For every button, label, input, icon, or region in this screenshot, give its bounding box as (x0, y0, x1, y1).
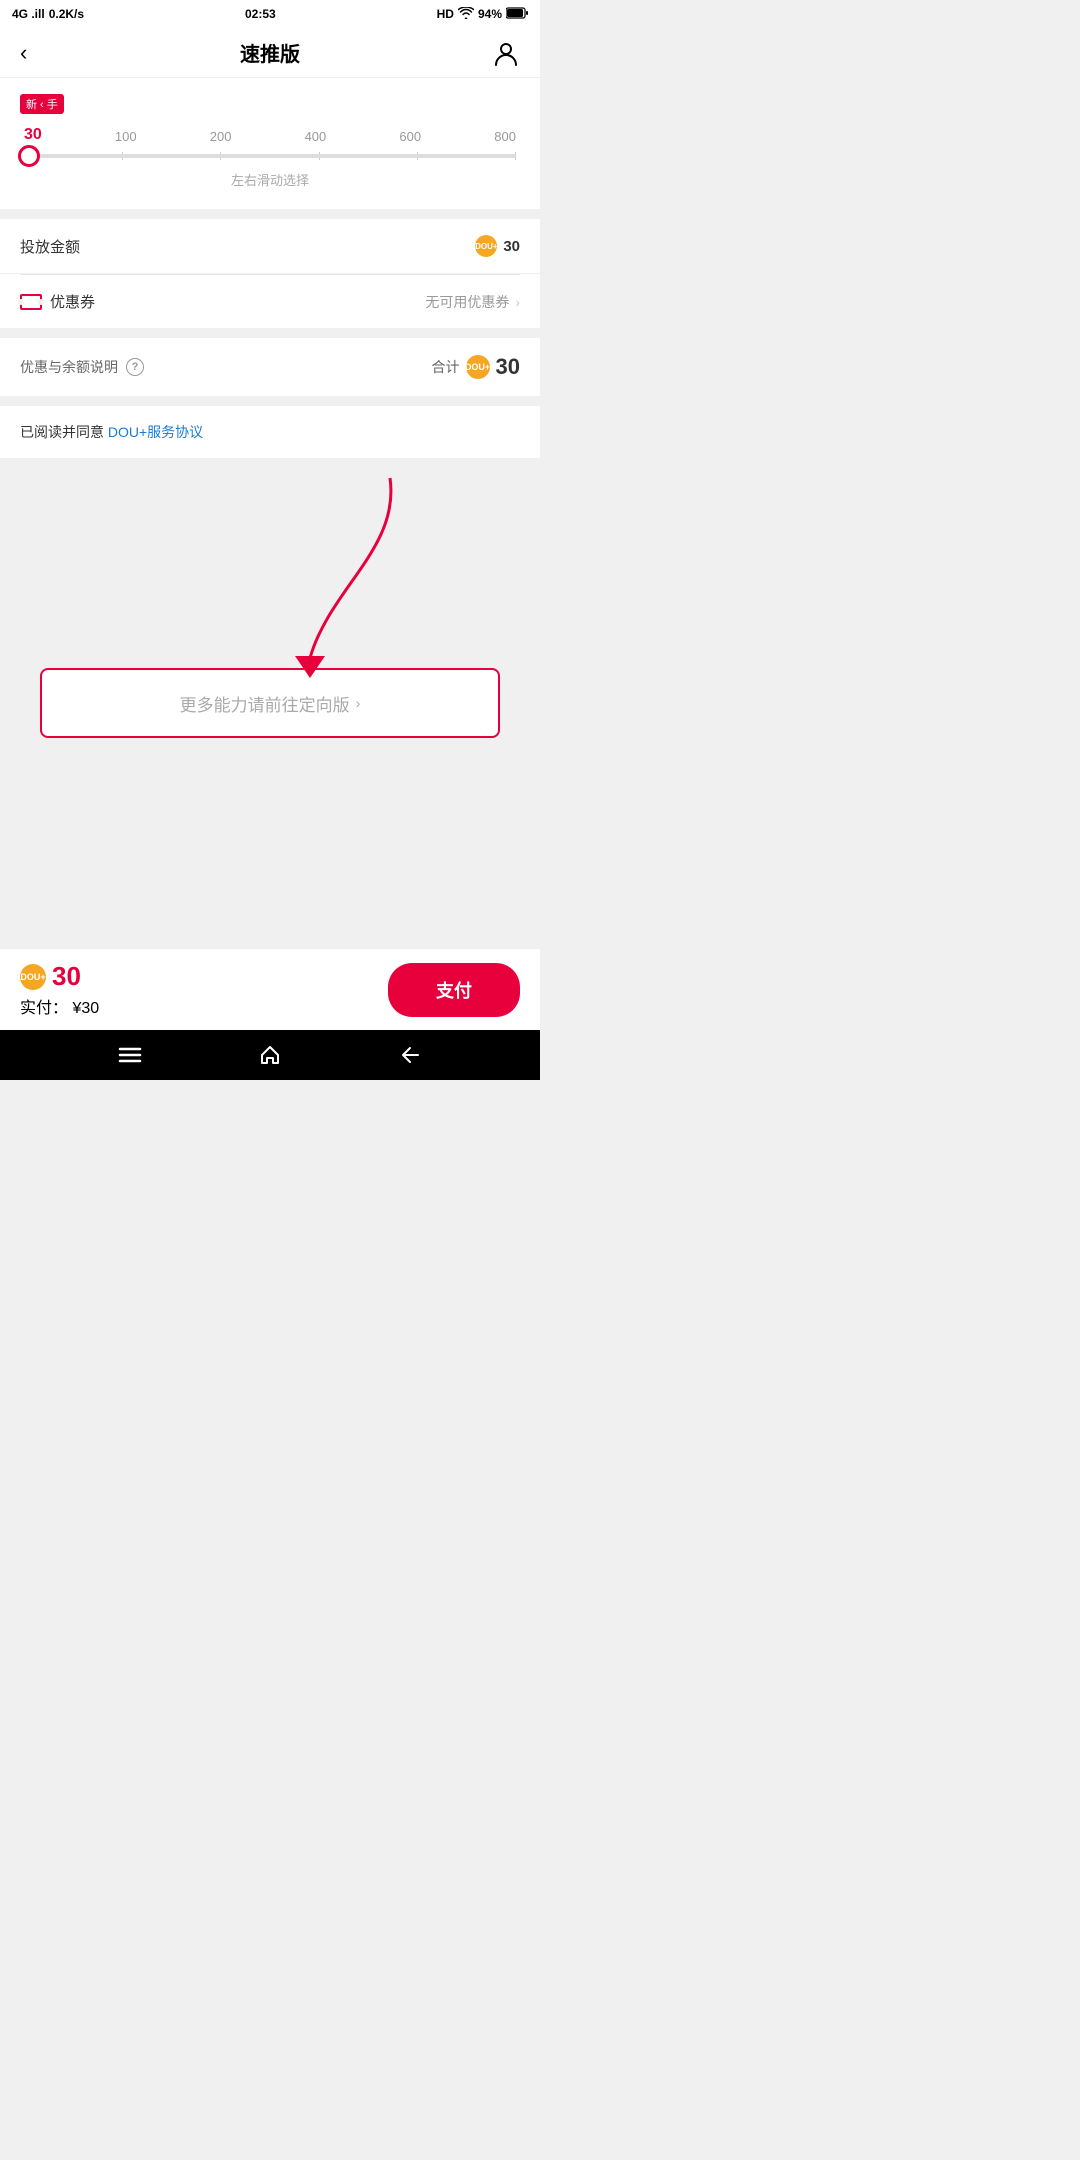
slider-badge: 新 ‹ 手 (20, 94, 64, 114)
amount-value: DOU+ 30 (475, 235, 520, 257)
red-arrow (230, 468, 430, 688)
discount-label: 优惠与余额说明 (20, 357, 118, 377)
slider-scale: 30 100 200 400 600 800 (20, 126, 520, 144)
coupon-label: 优惠券 (20, 291, 95, 312)
amount-row: 投放金额 DOU+ 30 (0, 219, 540, 274)
bottom-left: DOU+ 30 实付： ¥30 (20, 961, 99, 1018)
scale-value-100: 100 (115, 129, 137, 144)
scale-value-200: 200 (210, 129, 232, 144)
pay-button[interactable]: 支付 (388, 963, 520, 1017)
coupon-text: 优惠券 (50, 291, 95, 312)
total-row: 优惠与余额说明 ? 合计 DOU+ 30 (0, 338, 540, 396)
back-button[interactable]: ‹ (20, 40, 60, 66)
more-btn-chevron-icon: › (356, 695, 361, 711)
status-right: HD 94% (437, 7, 528, 22)
home-button[interactable] (258, 1043, 282, 1067)
status-bar: 4G .ill 0.2K/s 02:53 HD 94% (0, 0, 540, 28)
total-value: 30 (496, 354, 520, 380)
scale-value-30: 30 (24, 126, 42, 144)
agreement-section: 已阅读并同意 DOU+服务协议 (0, 406, 540, 458)
amount-label: 投放金额 (20, 236, 80, 257)
wifi-indicator (458, 7, 474, 22)
slider-hint: 左右滑动选择 (20, 170, 520, 189)
battery-percent: 94% (478, 7, 502, 21)
bottom-price-row: DOU+ 30 (20, 961, 99, 992)
scale-value-600: 600 (399, 129, 421, 144)
arrow-button-area: 更多能力请前往定向版 › (0, 458, 540, 758)
bottom-bar: DOU+ 30 实付： ¥30 支付 (0, 948, 540, 1030)
coupon-icon (20, 294, 42, 310)
slider-track-wrap[interactable] (24, 154, 516, 158)
more-btn-label: 更多能力请前往定向版 (180, 691, 350, 716)
menu-icon (118, 1046, 142, 1064)
menu-button[interactable] (118, 1046, 142, 1064)
back-nav-icon (398, 1043, 422, 1067)
actual-value: ¥30 (72, 1000, 99, 1017)
coupon-row[interactable]: 优惠券 无可用优惠券 › (0, 275, 540, 328)
bottom-price: 30 (52, 961, 81, 992)
back-nav-button[interactable] (398, 1043, 422, 1067)
alarm-indicator: HD (437, 7, 454, 21)
coupon-no-available: 无可用优惠券 (425, 292, 509, 312)
system-nav-bar (0, 1030, 540, 1080)
network-speed: 0.2K/s (49, 7, 84, 21)
total-dou-coin: DOU+ (466, 355, 490, 379)
agreement-link[interactable]: DOU+服务协议 (108, 424, 203, 440)
info-section: 投放金额 DOU+ 30 优惠券 无可用优惠券 › (0, 219, 540, 328)
actual-label: 实付： (20, 1000, 68, 1017)
status-left: 4G .ill 0.2K/s (12, 7, 84, 21)
slider-thumb[interactable] (18, 145, 40, 167)
main-content: 新 ‹ 手 30 100 200 400 600 800 左右滑动选择 (0, 78, 540, 948)
home-icon (258, 1043, 282, 1067)
amount-number: 30 (503, 238, 520, 255)
slider-track (24, 154, 516, 158)
network-indicator: 4G .ill (12, 7, 45, 21)
battery-icon (506, 7, 528, 22)
bottom-dou-coin: DOU+ (20, 964, 46, 990)
scale-value-400: 400 (305, 129, 327, 144)
bottom-actual: 实付： ¥30 (20, 994, 99, 1018)
status-time: 02:53 (245, 7, 276, 21)
total-right: 合计 DOU+ 30 (432, 354, 520, 380)
user-button[interactable] (480, 39, 520, 67)
chevron-right-icon: › (515, 294, 520, 310)
user-icon (492, 39, 520, 67)
help-icon[interactable]: ? (126, 358, 144, 376)
coupon-right: 无可用优惠券 › (425, 292, 520, 312)
page-title: 速推版 (60, 38, 480, 67)
agreement-prefix: 已阅读并同意 (20, 424, 108, 440)
scale-value-800: 800 (494, 129, 516, 144)
top-nav: ‹ 速推版 (0, 28, 540, 78)
dou-coin-icon: DOU+ (475, 235, 497, 257)
slider-card: 新 ‹ 手 30 100 200 400 600 800 左右滑动选择 (0, 78, 540, 209)
total-label-text: 合计 (432, 357, 460, 377)
total-left: 优惠与余额说明 ? (20, 357, 144, 377)
